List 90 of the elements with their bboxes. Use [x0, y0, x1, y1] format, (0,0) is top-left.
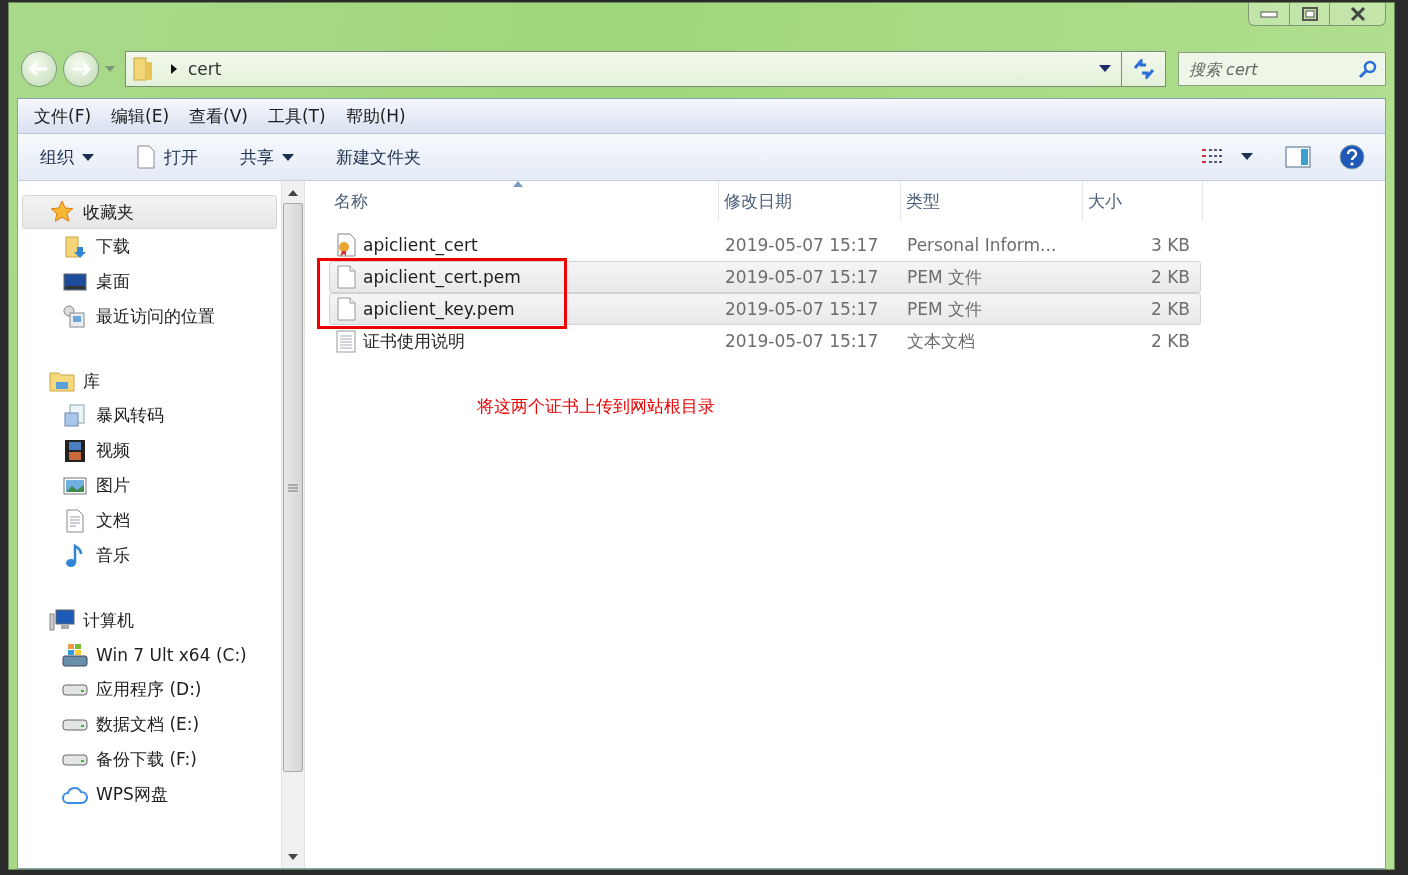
- preview-pane-icon[interactable]: [1285, 146, 1311, 168]
- forward-button[interactable]: [63, 51, 99, 87]
- file-row[interactable]: apiclient_cert 2019-05-07 15:17 Personal Inform... 3 KB: [329, 229, 1201, 261]
- grip-icon: [288, 483, 298, 492]
- date-cell-text: 2019-05-07 15:17: [724, 267, 880, 287]
- computer-icon: [49, 608, 75, 632]
- caret-icon: [282, 153, 294, 161]
- nav-item[interactable]: 最近访问的位置: [22, 299, 277, 334]
- nav-group-header[interactable]: 计算机: [22, 603, 277, 637]
- annotation-note: 将这两个证书上传到网站根目录: [477, 395, 716, 418]
- nav-item[interactable]: 桌面: [22, 264, 277, 299]
- folder-download-icon: [63, 234, 87, 259]
- windows-drive-icon: [62, 642, 88, 667]
- toolbar-button[interactable]: 组织: [34, 141, 100, 173]
- film-icon: [63, 438, 87, 463]
- file-name: apiclient_key.pem: [363, 299, 515, 319]
- maximize-icon: [1300, 6, 1319, 22]
- back-arrow-icon: [29, 61, 49, 77]
- document-icon: [63, 403, 87, 428]
- minimize-icon: [1260, 10, 1278, 18]
- scroll-down-arrow-icon[interactable]: [288, 852, 298, 862]
- drive-icon: [62, 682, 88, 697]
- cloud-icon: [62, 784, 88, 805]
- file-icon: [335, 265, 357, 289]
- date-cell-text: 2019-05-07 15:17: [724, 235, 880, 255]
- size-cell-text: 2 KB: [1149, 267, 1191, 287]
- column-header[interactable]: 修改日期: [719, 181, 901, 221]
- back-button[interactable]: [21, 51, 57, 87]
- search-icon: [1358, 59, 1378, 79]
- file-name: apiclient_cert.pem: [363, 267, 521, 287]
- help-icon[interactable]: [1339, 144, 1365, 170]
- type-cell-text: PEM 文件: [906, 297, 984, 321]
- recent-places-icon: [63, 304, 87, 329]
- size-cell-text: 2 KB: [1149, 299, 1191, 319]
- menu-item[interactable]: 编辑(E): [103, 102, 178, 130]
- file-name: apiclient_cert: [363, 235, 478, 255]
- drive-icon: [62, 717, 88, 732]
- nav-item[interactable]: 图片: [22, 468, 277, 503]
- date-cell-text: 2019-05-07 15:17: [724, 299, 880, 319]
- scroll-up-arrow-icon[interactable]: [288, 189, 298, 199]
- menu-item[interactable]: 帮助(H): [337, 102, 414, 130]
- type-cell-text: Personal Inform...: [906, 235, 1058, 255]
- nav-item[interactable]: 下载: [22, 229, 277, 264]
- certificate-icon: [335, 233, 357, 257]
- address-dropdown-icon[interactable]: [1099, 65, 1111, 73]
- scrollbar[interactable]: [281, 181, 305, 868]
- toolbar-button[interactable]: 共享: [234, 141, 300, 173]
- toolbar-button[interactable]: 打开: [130, 141, 204, 173]
- nav-item[interactable]: 应用程序 (D:): [22, 672, 277, 707]
- nav-item[interactable]: 数据文档 (E:): [22, 707, 277, 742]
- file-row[interactable]: apiclient_key.pem 2019-05-07 15:17 PEM 文件 2 KB: [329, 293, 1201, 325]
- drive-icon: [62, 752, 88, 767]
- nav-item[interactable]: Win 7 Ult x64 (C:): [22, 637, 277, 672]
- size-cell-text: 3 KB: [1149, 235, 1191, 255]
- close-icon: [1348, 6, 1367, 22]
- library-folder-icon: [49, 369, 75, 393]
- file-row[interactable]: apiclient_cert.pem 2019-05-07 15:17 PEM 文件 2 KB: [329, 261, 1201, 293]
- column-header[interactable]: 类型: [901, 181, 1083, 221]
- column-header[interactable]: 大小: [1083, 181, 1203, 221]
- address-path: cert: [188, 59, 223, 79]
- menu-item[interactable]: 查看(V): [181, 102, 256, 130]
- file-row[interactable]: 证书使用说明 2019-05-07 15:17 文本文档 2 KB: [329, 325, 1201, 357]
- menu-item[interactable]: 工具(T): [259, 102, 334, 130]
- nav-item[interactable]: 视频: [22, 433, 277, 468]
- text-document-icon: [63, 508, 87, 533]
- nav-item[interactable]: 暴风转码: [22, 398, 277, 433]
- search-field[interactable]: 搜索 cert: [1178, 52, 1386, 86]
- toolbar-button[interactable]: 新建文件夹: [330, 141, 427, 173]
- forward-arrow-icon: [71, 61, 91, 77]
- breadcrumb-arrow-icon[interactable]: [170, 63, 178, 75]
- file-icon: [136, 145, 156, 169]
- address-bar[interactable]: cert: [125, 51, 1166, 87]
- menu-item[interactable]: 文件(F): [26, 102, 100, 130]
- caret-icon: [82, 153, 94, 161]
- nav-item[interactable]: 文档: [22, 503, 277, 538]
- folder-icon: [132, 56, 154, 82]
- nav-item[interactable]: WPS网盘: [22, 777, 277, 812]
- file-icon: [335, 297, 357, 321]
- nav-group-header[interactable]: 库: [22, 364, 277, 398]
- date-cell-text: 2019-05-07 15:17: [724, 331, 880, 351]
- star-icon: [50, 200, 74, 224]
- type-cell-text: 文本文档: [906, 329, 976, 353]
- type-cell-text: PEM 文件: [906, 265, 984, 289]
- size-cell-text: 2 KB: [1149, 331, 1191, 351]
- file-name: 证书使用说明: [363, 329, 465, 353]
- text-file-icon: [335, 329, 357, 353]
- nav-item[interactable]: 音乐: [22, 538, 277, 573]
- nav-group-header[interactable]: 收藏夹: [22, 195, 277, 229]
- nav-item[interactable]: 备份下载 (F:): [22, 742, 277, 777]
- refresh-icon: [1131, 59, 1156, 79]
